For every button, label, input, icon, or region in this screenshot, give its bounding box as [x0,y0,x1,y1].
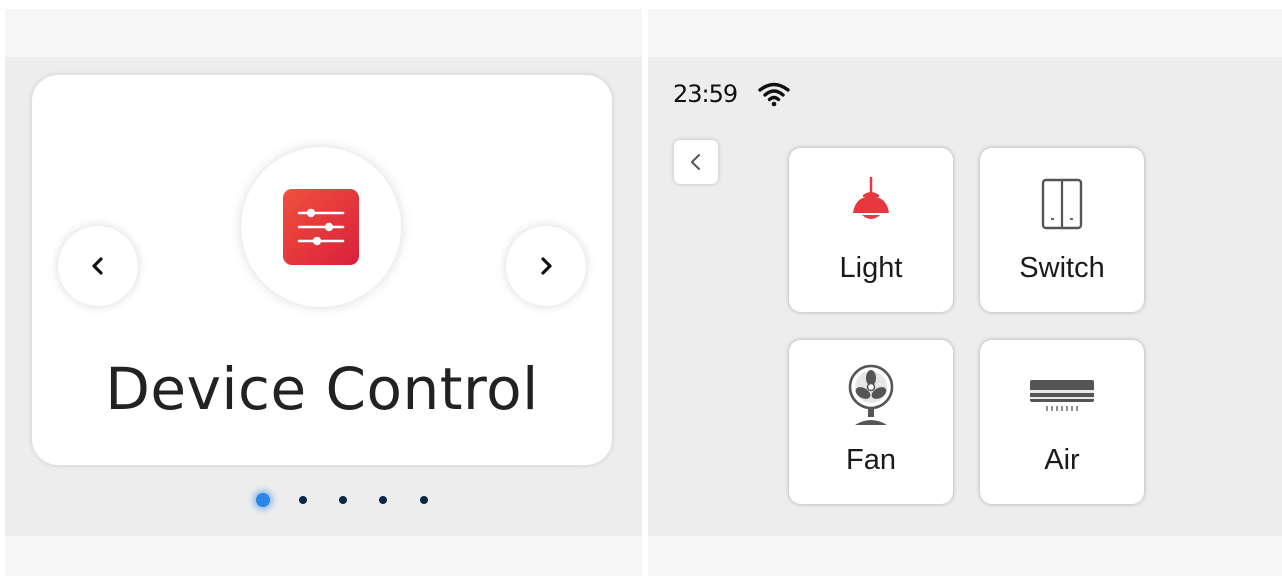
page-dot-1[interactable] [256,493,270,507]
fan-tile[interactable]: Fan [789,340,953,504]
air-tile[interactable]: Air [980,340,1144,504]
air-conditioner-icon [1030,380,1094,411]
chevron-right-icon [541,257,552,275]
carousel-title: Device Control [105,355,539,423]
switch-tile[interactable]: Switch [980,148,1144,312]
page-indicator [5,490,642,510]
fan-label: Fan [846,444,896,476]
chevron-left-icon [92,257,103,275]
carousel-card[interactable]: Device Control [32,75,612,465]
light-tile[interactable]: Light [789,148,953,312]
feature-icon-circle[interactable] [241,147,401,307]
previous-button[interactable] [58,226,138,306]
page-dot-2[interactable] [299,496,307,504]
top-band [648,9,1282,57]
desk-fan-icon [848,364,894,425]
carousel-panel: Device Control [5,9,642,576]
device-control-panel: 23:59 Light Switch Fan Air [648,9,1282,576]
bottom-band [648,536,1282,576]
wifi-icon [758,82,790,107]
back-button[interactable] [674,140,718,184]
top-band [5,9,642,57]
status-time: 23:59 [673,80,738,108]
next-button[interactable] [506,226,586,306]
page-dot-5[interactable] [420,496,428,504]
chevron-left-icon [691,154,700,170]
wall-switch-icon [1041,178,1083,230]
status-bar: 23:59 [673,79,791,109]
page-dot-4[interactable] [379,496,387,504]
switch-label: Switch [1019,252,1105,284]
sliders-settings-icon [283,189,359,265]
page-dot-3[interactable] [339,496,347,504]
bottom-band [5,536,642,576]
air-label: Air [1044,444,1080,476]
light-label: Light [839,252,903,284]
pendant-lamp-icon [853,177,889,219]
